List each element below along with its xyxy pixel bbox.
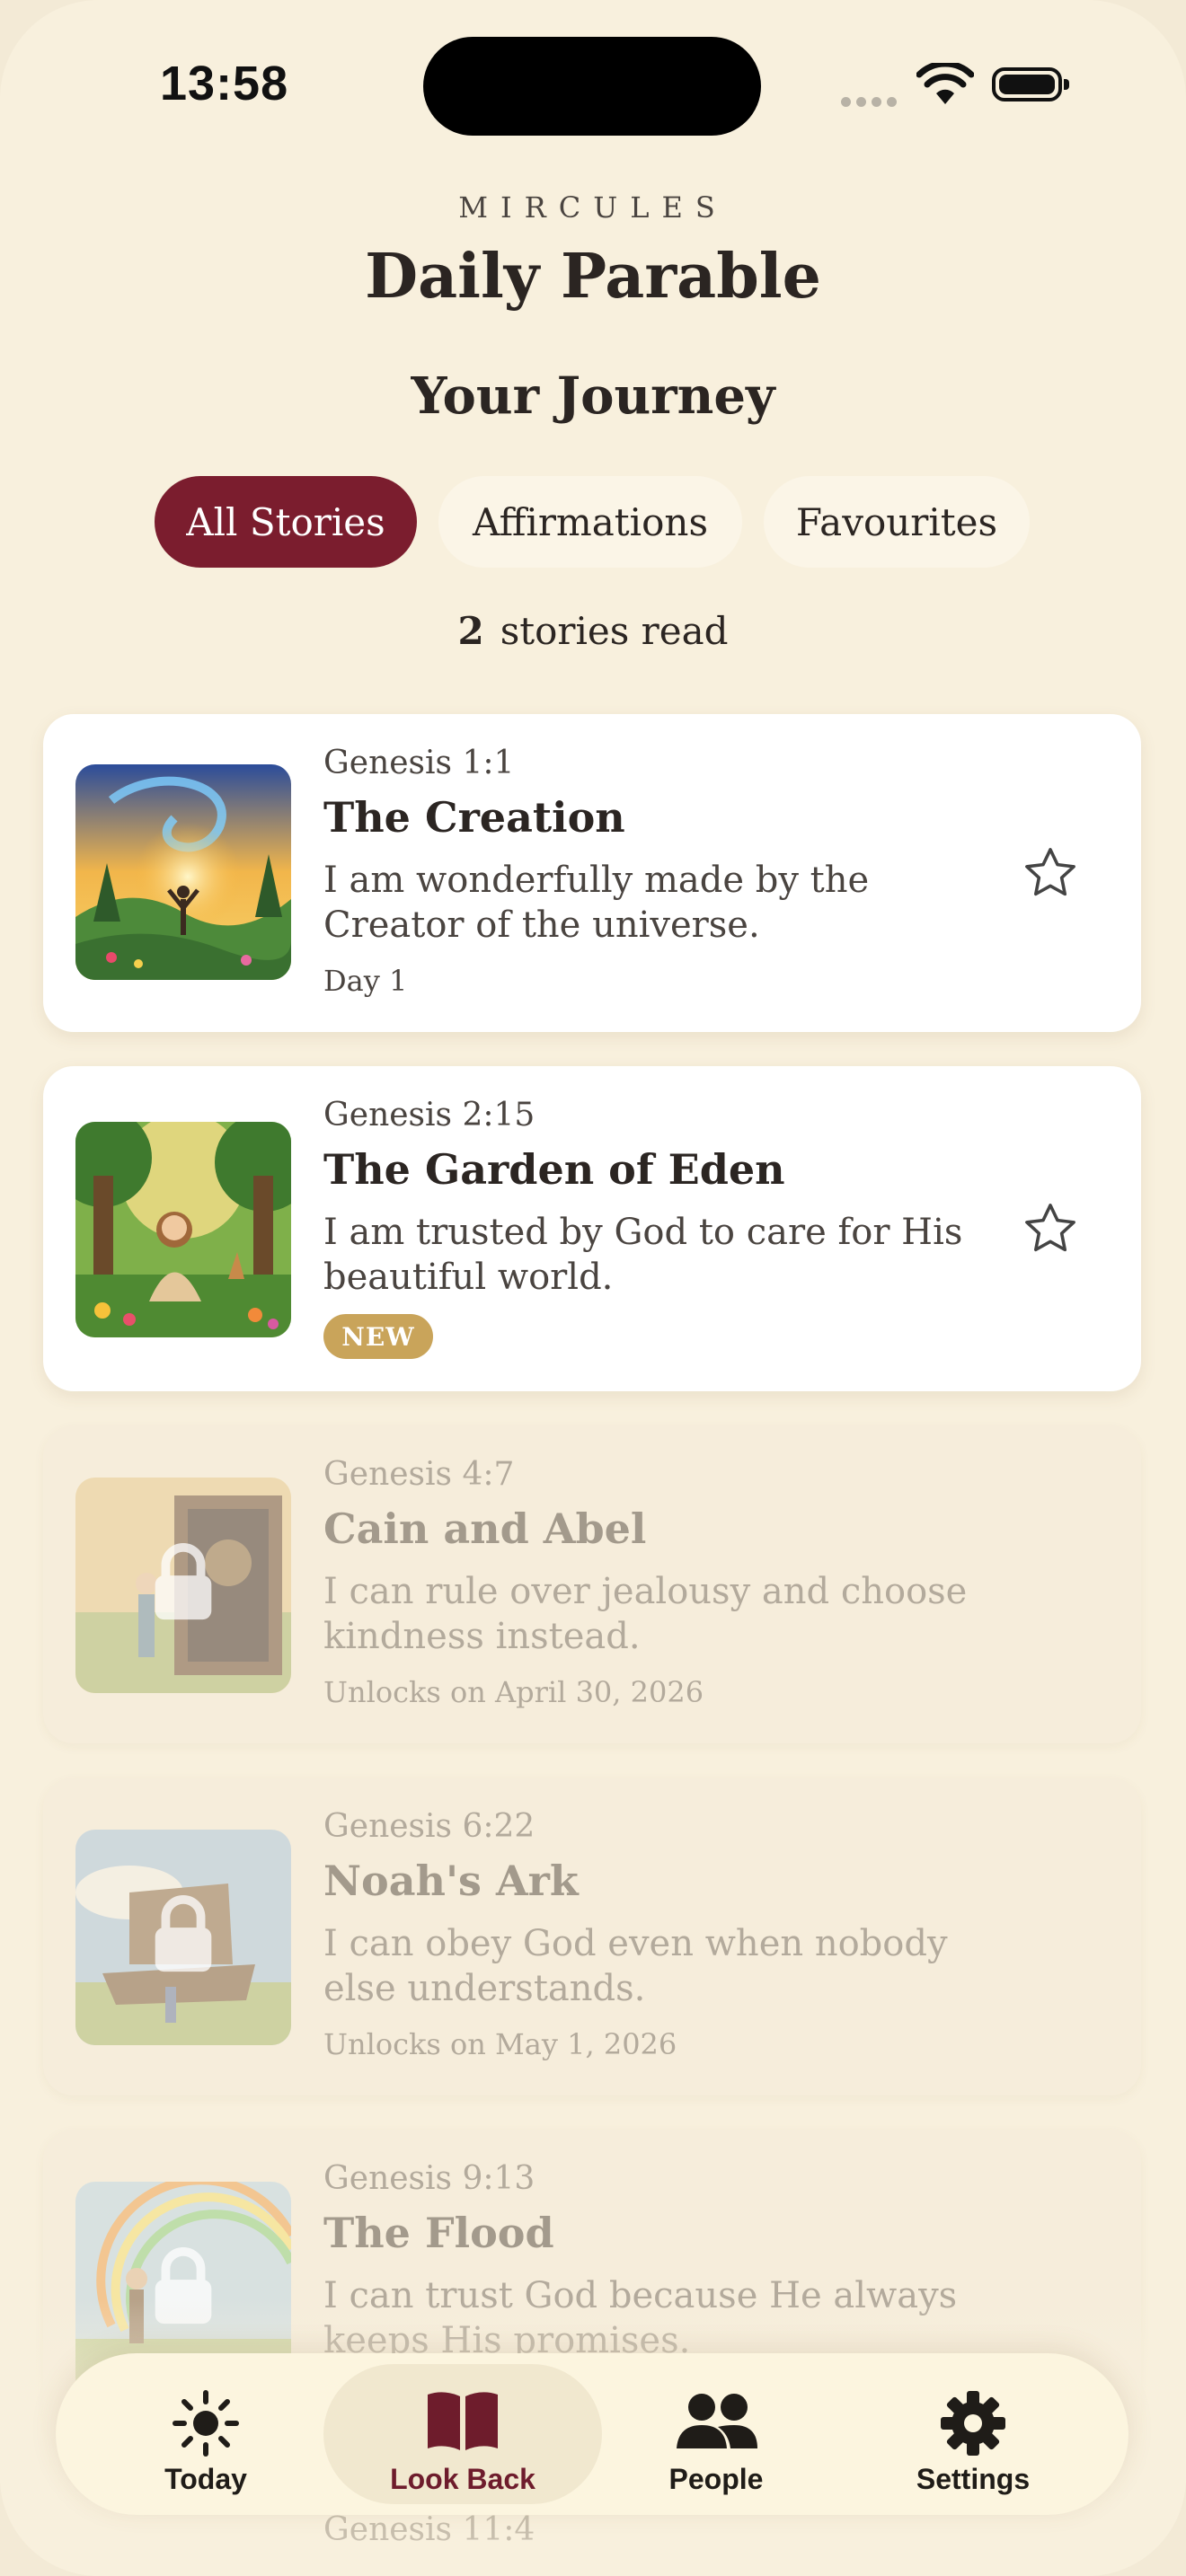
story-affirmation: I am trusted by God to care for His beau… xyxy=(323,1212,963,1298)
story-card-noahs-ark: Genesis 6:22 Noah's Ark I can obey God e… xyxy=(43,1778,1141,2095)
story-day-label: Day 1 xyxy=(323,964,408,998)
nav-label: People xyxy=(668,2463,764,2495)
story-thumbnail xyxy=(75,764,291,980)
story-affirmation: I am wonderfully made by the Creator of … xyxy=(323,860,870,946)
story-title: The Garden of Eden xyxy=(323,1145,785,1194)
nav-label: Settings xyxy=(916,2463,1031,2495)
story-reference: Genesis 2:15 xyxy=(323,1097,535,1134)
read-count-number: 2 xyxy=(457,609,484,653)
story-card-creation[interactable]: Genesis 1:1 The Creation I am wonderfull… xyxy=(43,714,1141,1032)
story-title: Noah's Ark xyxy=(323,1857,579,1905)
story-card-cain-and-abel: Genesis 4:7 Cain and Abel I can rule ove… xyxy=(43,1425,1141,1743)
nav-look-back[interactable]: Look Back xyxy=(323,2364,602,2504)
story-reference: Genesis 9:13 xyxy=(323,2160,535,2197)
story-title: The Flood xyxy=(323,2209,554,2257)
nav-today[interactable]: Today xyxy=(75,2364,336,2504)
story-card-garden-of-eden[interactable]: Genesis 2:15 The Garden of Eden I am tru… xyxy=(43,1066,1141,1391)
page-title: Daily Parable xyxy=(365,241,821,313)
story-affirmation: I can rule over jealousy and choose kind… xyxy=(323,1571,968,1657)
gear-icon xyxy=(941,2391,1005,2456)
cellular-signal-icon xyxy=(841,93,902,110)
story-title: Cain and Abel xyxy=(323,1504,647,1553)
people-icon xyxy=(677,2394,757,2448)
nav-people[interactable]: People xyxy=(586,2364,846,2504)
book-icon xyxy=(428,2392,498,2450)
new-badge: NEW xyxy=(323,1314,433,1359)
status-time: 13:58 xyxy=(160,57,289,110)
story-reference: Genesis 4:7 xyxy=(323,1456,515,1493)
tab-all-stories[interactable]: All Stories xyxy=(155,476,417,568)
dynamic-island xyxy=(423,37,761,136)
lock-icon xyxy=(155,1543,212,1620)
app-screen: 13:58 MIRCULES Daily Parable Your Journe… xyxy=(0,0,1186,2576)
story-reference: Genesis 6:22 xyxy=(323,1808,535,1845)
star-icon[interactable] xyxy=(1021,843,1080,903)
story-thumbnail xyxy=(75,1122,291,1337)
tab-favourites[interactable]: Favourites xyxy=(764,476,1030,568)
story-reference: Genesis 1:1 xyxy=(323,745,515,781)
tab-affirmations[interactable]: Affirmations xyxy=(438,476,742,568)
stories-read-count: 2 stories read xyxy=(0,609,1186,653)
wifi-icon xyxy=(916,63,974,104)
brand-name: MIRCULES xyxy=(458,190,728,225)
story-title: The Creation xyxy=(323,793,625,842)
nav-label: Look Back xyxy=(390,2463,535,2495)
story-affirmation: I can obey God even when nobody else und… xyxy=(323,1923,948,2009)
sun-icon xyxy=(173,2390,239,2457)
story-reference: Genesis 11:4 xyxy=(323,2511,535,2548)
lock-icon xyxy=(155,1895,212,1972)
nav-settings[interactable]: Settings xyxy=(843,2364,1103,2504)
star-icon[interactable] xyxy=(1021,1199,1080,1258)
section-title: Your Journey xyxy=(411,366,775,426)
battery-icon xyxy=(992,67,1069,101)
read-count-label: stories read xyxy=(500,609,729,653)
nav-label: Today xyxy=(164,2463,247,2495)
bottom-nav: Today Look Back People Settings xyxy=(56,2353,1128,2515)
unlock-date: Unlocks on April 30, 2026 xyxy=(323,1675,704,1709)
unlock-date: Unlocks on May 1, 2026 xyxy=(323,2027,677,2061)
